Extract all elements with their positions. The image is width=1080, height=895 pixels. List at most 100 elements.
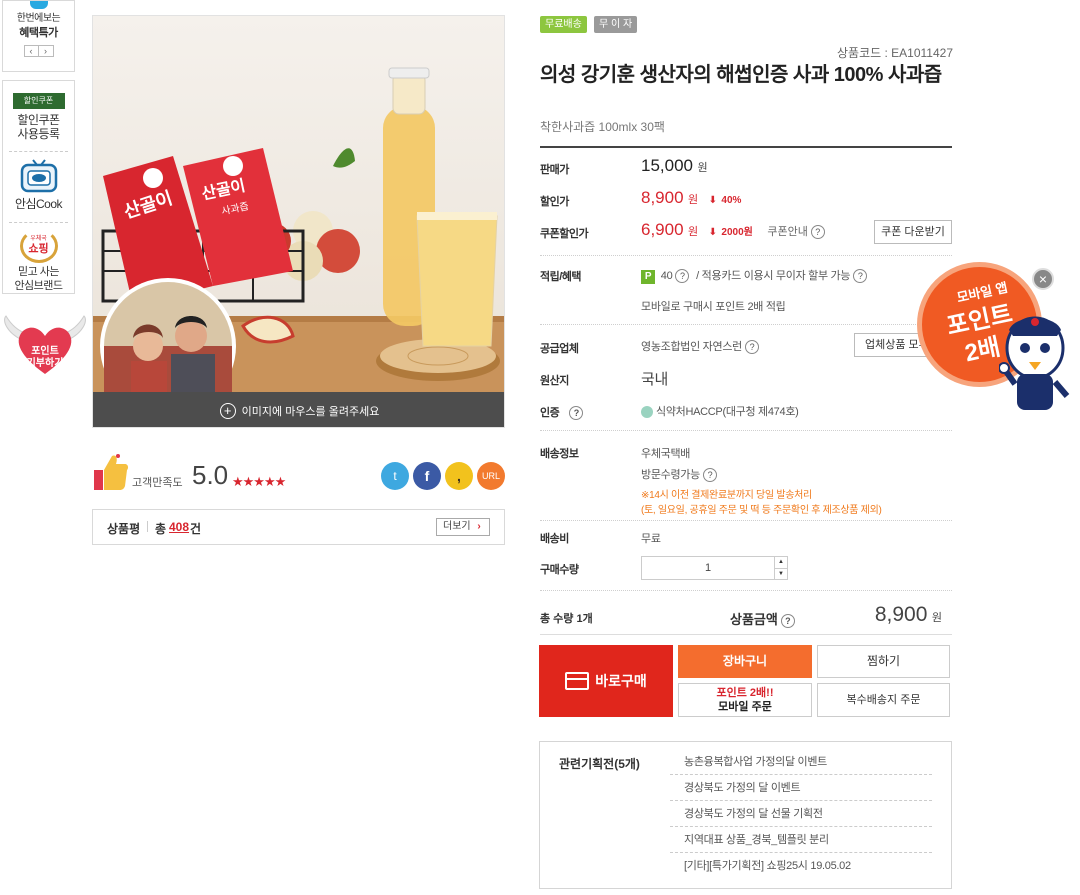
review-summary: 상품평 총 408 건 더보기 ›	[92, 509, 505, 545]
thumbs-up-icon	[94, 454, 129, 490]
sidebar-quick-menu: 할인쿠폰 할인쿠폰 사용등록 안심Cook 우체국 쇼핑 믿고 사는 안심브랜드	[2, 80, 75, 294]
mobile-order-button[interactable]: 포인트 2배!! 모바일 주문	[678, 683, 812, 717]
event-item[interactable]: 지역대표 상품_경북_템플릿 분리	[670, 827, 932, 853]
shipping-fee-label: 배송비	[540, 533, 569, 545]
product-code: 상품코드 : EA1011427	[837, 46, 953, 60]
quantity-down-button[interactable]: ▼	[774, 568, 787, 579]
help-icon[interactable]: ?	[780, 613, 795, 628]
buy-now-label: 바로구매	[595, 673, 647, 689]
promo-box[interactable]: 한번에보는 혜택특가 ‹ ›	[2, 0, 75, 72]
sale-price: 15,000 원	[641, 156, 708, 176]
promo-line1: 한번에보는	[16, 13, 61, 24]
total-amount-value: 8,900	[874, 603, 928, 626]
share-buttons: t f , URL	[381, 462, 505, 490]
points-label: 적립/혜택	[540, 271, 582, 283]
discount-price: 8,900 원 ⬇ 40%	[641, 188, 741, 208]
review-unit: 건	[190, 522, 202, 536]
event-item[interactable]: 경상북도 가정의 달 이벤트	[670, 775, 932, 801]
discount-rate: 40%	[721, 195, 742, 206]
points-value: 40	[660, 270, 673, 282]
url-copy-button[interactable]: URL	[477, 462, 505, 490]
origin-label: 원산지	[540, 375, 569, 387]
coupon-info-link[interactable]: 쿠폰안내?	[767, 225, 825, 240]
wishlist-button[interactable]: 찜하기	[817, 645, 950, 678]
multi-shipping-button[interactable]: 복수배송지 주문	[817, 683, 950, 717]
help-icon: ?	[810, 225, 825, 240]
origin-value: 국내	[641, 371, 669, 388]
coupon-info-text: 쿠폰안내	[767, 226, 808, 238]
safe-cook-link[interactable]: 안심Cook	[3, 152, 74, 222]
discount-price-value: 8,900	[641, 188, 684, 207]
promo-line2: 혜택특가	[19, 27, 58, 39]
quantity-input[interactable]: 1	[642, 557, 774, 579]
coupon-line1: 할인쿠폰	[17, 113, 60, 127]
coupon-off: 2000원	[721, 227, 753, 238]
arrow-down-icon: ⬇	[708, 195, 717, 206]
help-icon[interactable]: ?	[853, 269, 868, 284]
help-icon[interactable]: ?	[569, 406, 584, 421]
coupon-register-link[interactable]: 할인쿠폰 할인쿠폰 사용등록	[3, 81, 74, 151]
quantity-stepper[interactable]: 1 ▲ ▼	[641, 556, 788, 580]
title-rule	[540, 146, 952, 148]
promo-close-button[interactable]: ×	[1032, 268, 1054, 290]
satisfaction-score: 5.0	[192, 460, 229, 490]
review-more-button[interactable]: 더보기 ›	[436, 518, 490, 536]
mobile-line1: 포인트 2배!!	[716, 687, 774, 699]
free-shipping-badge: 무료배송	[540, 16, 587, 33]
cart-button[interactable]: 장바구니	[678, 645, 812, 678]
coupon-download-button[interactable]: 쿠폰 다운받기	[874, 220, 952, 244]
supplier-name[interactable]: 영농조합법인 자연스런?	[641, 338, 759, 355]
coupon-price-won: 원	[688, 226, 699, 238]
card-info: / 적용카드 이용시 무이자 할부 가능	[696, 270, 851, 282]
total-rule	[540, 634, 952, 635]
quantity-up-button[interactable]: ▲	[774, 557, 787, 568]
sale-price-label: 판매가	[540, 164, 569, 176]
mobile-line2: 모바일 주문	[718, 701, 772, 713]
twitter-share-icon[interactable]: t	[381, 462, 409, 490]
mascot-icon	[999, 316, 1070, 410]
pickup-text: 방문수령가능	[641, 469, 700, 481]
divider	[540, 430, 952, 431]
arrow-down-icon: ⬇	[708, 227, 717, 238]
haccp-icon	[641, 406, 653, 419]
shipping-fee-value: 무료	[641, 533, 661, 545]
facebook-share-icon[interactable]: f	[413, 462, 441, 490]
review-divider	[147, 521, 148, 532]
cook-label: 안심Cook	[14, 197, 63, 211]
pickup-option: 방문수령가능?	[641, 466, 717, 483]
divider	[540, 324, 952, 325]
promo-prev-button[interactable]: ‹	[23, 45, 39, 57]
total-amount-label: 상품금액?	[730, 609, 795, 628]
review-total-prefix: 총	[155, 522, 167, 536]
divider	[540, 520, 952, 521]
card-icon	[565, 672, 590, 690]
shipping-label: 배송정보	[540, 448, 579, 460]
product-title: 의성 강기훈 생산자의 해썹인증 사과 100% 사과즙	[540, 64, 942, 86]
product-image[interactable]: 산골이 산골이 사과즙 + 이미지에 마우스를 올려주세요	[92, 15, 505, 428]
supplier-value: 영농조합법인 자연스런	[641, 341, 742, 353]
help-icon[interactable]: ?	[675, 269, 690, 284]
promo-pager: ‹ ›	[23, 45, 54, 57]
mobile-app-promo[interactable]: 모바일 앱 포인트 2배 ×	[917, 262, 1080, 422]
event-item[interactable]: 경상북도 가정의 달 선물 기획전	[670, 801, 932, 827]
quantity-label: 구매수량	[540, 564, 579, 576]
product-photo	[93, 16, 504, 427]
satisfaction-label: 고객만족도	[132, 477, 183, 489]
plus-circle-icon: +	[219, 402, 236, 419]
promo-next-button[interactable]: ›	[38, 45, 54, 57]
shop-line2: 안심브랜드	[14, 280, 63, 292]
buy-now-button[interactable]: 바로구매	[539, 645, 673, 717]
event-item[interactable]: [기타][특가기획전] 쇼핑25시 19.05.02	[670, 853, 932, 879]
coupon-badge-icon: 할인쿠폰	[12, 93, 65, 109]
help-icon[interactable]: ?	[702, 468, 717, 483]
safe-brand-link[interactable]: 우체국 쇼핑 믿고 사는 안심브랜드	[3, 223, 74, 295]
cert-value-text: 식약처HACCP(대구청 제474호)	[656, 406, 799, 418]
help-icon: ?	[744, 340, 759, 355]
kakao-share-icon[interactable]: ,	[445, 462, 473, 490]
point-donate-button[interactable]: 포인트 기부하기	[0, 312, 90, 382]
divider	[540, 590, 952, 591]
certification-label: 인증?	[540, 404, 584, 421]
review-count: 408	[169, 520, 190, 534]
point-p-icon: P	[641, 270, 655, 284]
event-item[interactable]: 농촌융복합사업 가정의달 이벤트	[670, 749, 932, 775]
